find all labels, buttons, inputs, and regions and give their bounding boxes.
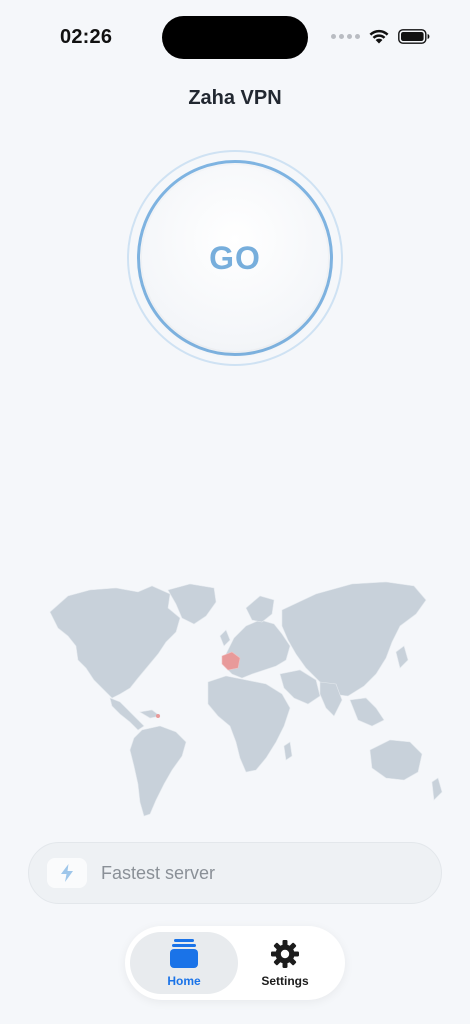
world-map xyxy=(49,581,443,817)
server-icon-box xyxy=(47,858,87,888)
map-new-zealand xyxy=(431,777,443,801)
battery-icon xyxy=(398,28,430,44)
app-title: Zaha VPN xyxy=(188,87,282,109)
connect-button-label: GO xyxy=(209,239,261,276)
tab-settings-label: Settings xyxy=(261,973,309,988)
gear-icon xyxy=(271,939,299,968)
home-icon xyxy=(170,938,198,968)
app-screen: 02:26 Zaha VPN GO Fastest server Home Se… xyxy=(0,0,470,1024)
tab-home[interactable]: Home xyxy=(130,932,238,994)
dynamic-island xyxy=(162,16,308,59)
map-uk xyxy=(219,629,231,647)
map-north-america xyxy=(49,585,181,699)
lightning-bolt-icon xyxy=(61,864,73,882)
status-icons xyxy=(331,28,430,44)
tab-home-label: Home xyxy=(167,973,201,988)
status-time: 02:26 xyxy=(60,26,113,48)
map-south-america xyxy=(129,725,187,817)
map-scandinavia xyxy=(245,595,275,623)
tab-bar: Home Settings xyxy=(125,926,345,1000)
cellular-signal-icon xyxy=(331,33,360,39)
map-central-america xyxy=(109,697,145,731)
map-australia xyxy=(369,739,423,781)
map-southeast-asia xyxy=(349,697,385,727)
map-europe xyxy=(223,619,291,679)
connect-button[interactable]: GO xyxy=(142,165,328,351)
map-africa xyxy=(207,675,291,773)
server-selector[interactable]: Fastest server xyxy=(28,842,442,904)
server-selector-label: Fastest server xyxy=(101,862,216,883)
map-japan xyxy=(395,645,409,669)
wifi-icon xyxy=(369,29,389,44)
tab-settings[interactable]: Settings xyxy=(231,932,339,994)
map-highlight-caribbean xyxy=(156,714,160,718)
map-madagascar xyxy=(283,741,293,761)
